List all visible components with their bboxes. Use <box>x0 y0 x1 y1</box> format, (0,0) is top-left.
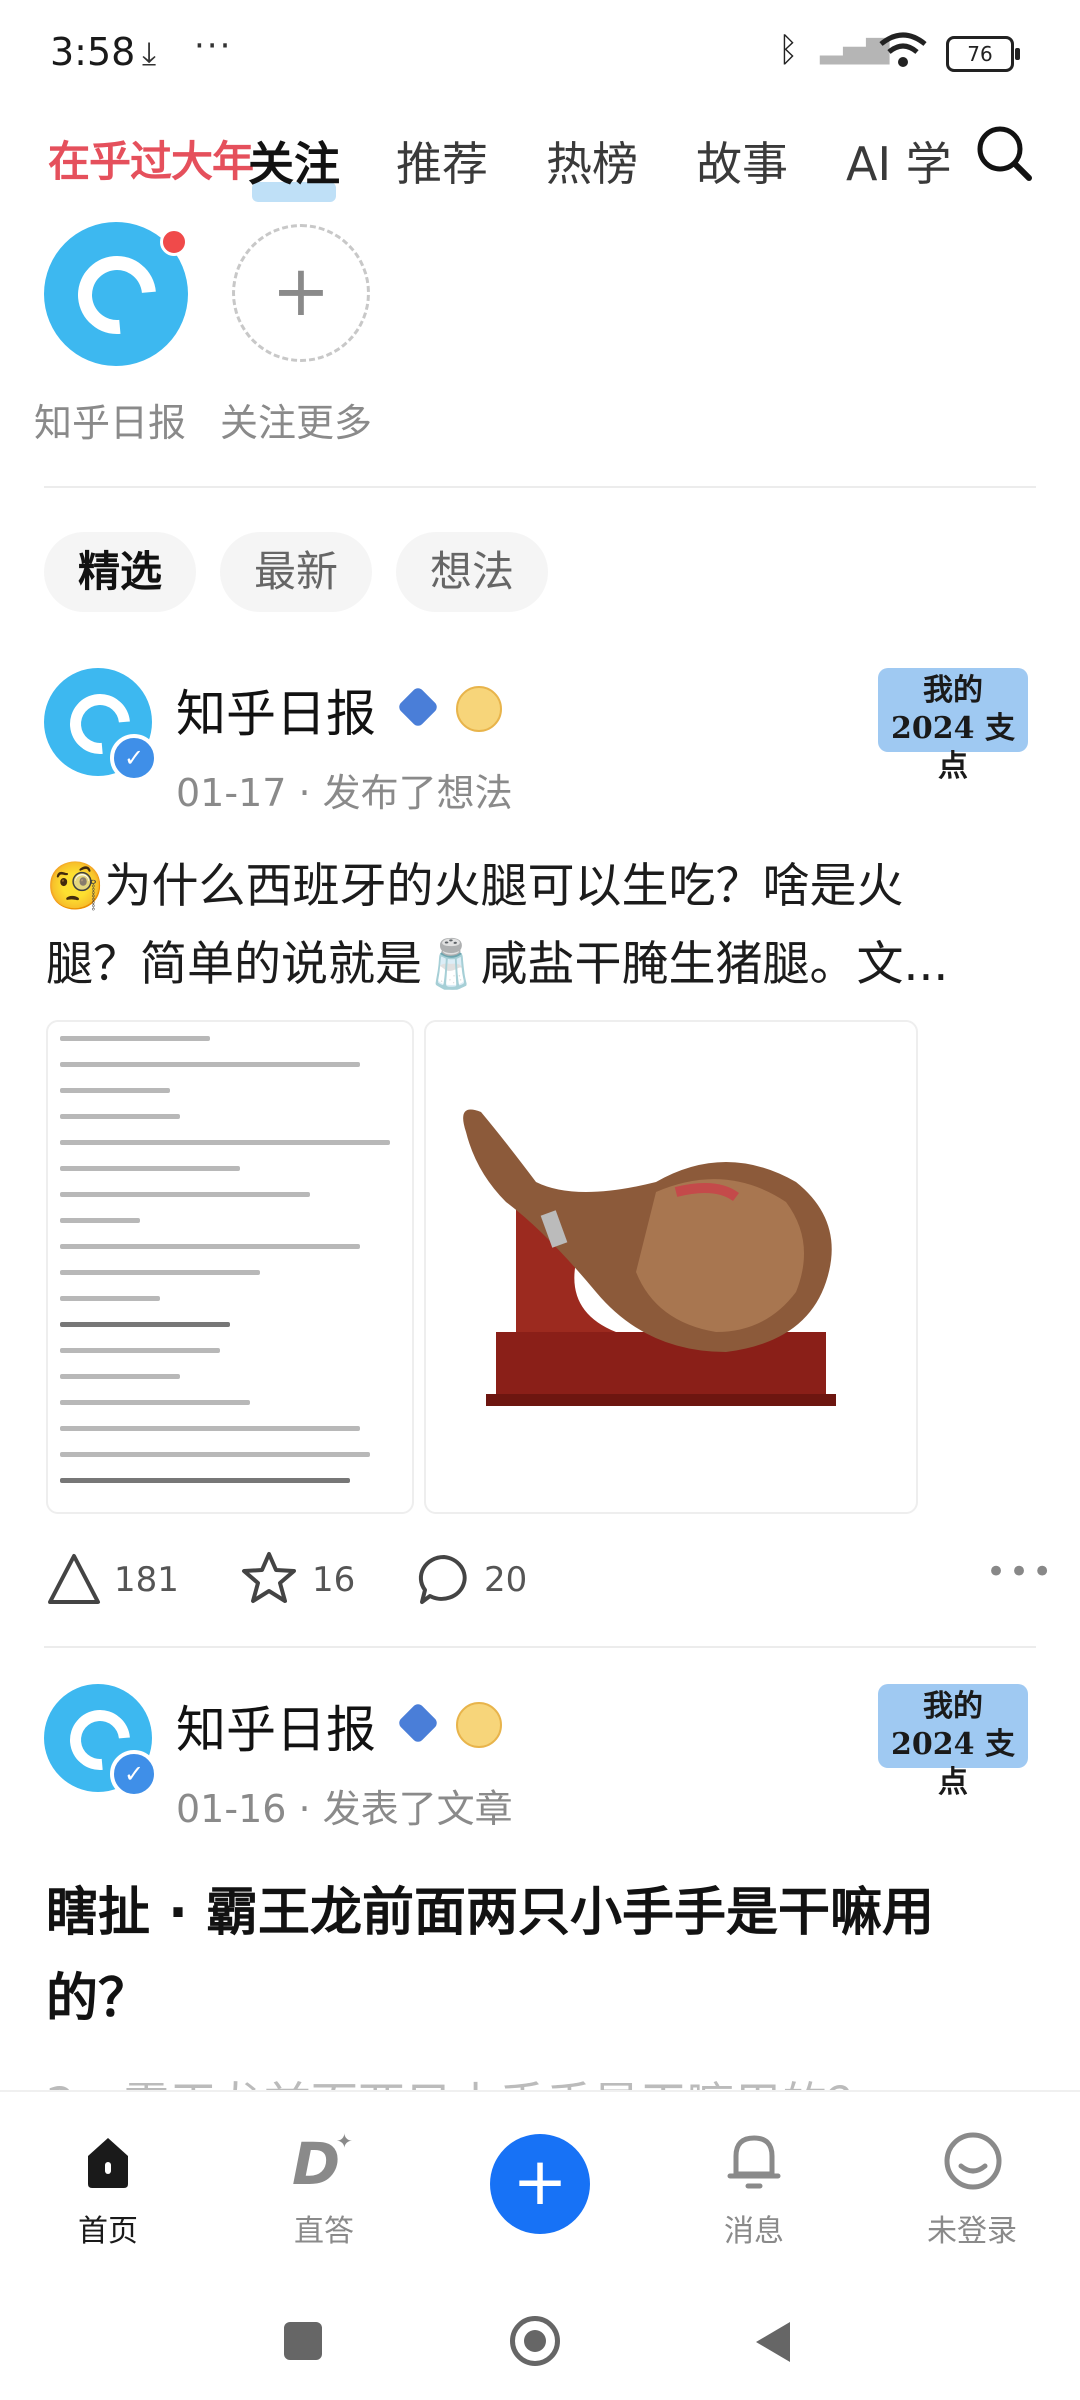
chip-thoughts[interactable]: 想法 <box>396 532 548 612</box>
tab-recommend[interactable]: 推荐 <box>396 128 488 194</box>
unread-dot <box>160 228 188 256</box>
comment-count: 20 <box>484 1560 528 1600</box>
top-tab-bar: 在乎过大年 关注 推荐 热榜 故事 AI 学 <box>0 120 1080 220</box>
bluetooth-icon: ᛒ <box>778 30 799 70</box>
post-meta: 01-16 · 发表了文章 <box>176 1787 513 1831</box>
mini-badge-icon <box>456 1702 502 1748</box>
follow-more-label[interactable]: 关注更多 <box>220 392 372 447</box>
tab-hot[interactable]: 热榜 <box>546 128 638 194</box>
verified-icon: ✓ <box>110 734 158 782</box>
nav-messages-label[interactable]: 消息 <box>694 2206 814 2250</box>
author-name[interactable]: 知乎日报 <box>176 1690 376 1762</box>
divider <box>44 486 1036 488</box>
tab-stories[interactable]: 故事 <box>696 128 788 194</box>
chip-featured[interactable]: 精选 <box>44 532 196 612</box>
upvote-icon[interactable] <box>46 1552 102 1606</box>
article-title[interactable]: 瞎扯 · 霸王龙前面两只小手手是干嘛用的？ <box>46 1870 1036 2042</box>
follow-more-button[interactable]: + <box>232 224 370 362</box>
status-bar: 3:58 ⤓ ··· ᛒ ▂▄▆ 76 <box>0 0 1080 108</box>
document-screenshot-image[interactable] <box>46 1020 414 1514</box>
year-summary-badge[interactable]: 我的 2024 支点 <box>878 668 1028 784</box>
wifi-icon <box>879 32 927 67</box>
post-excerpt[interactable]: 🧐为什么西班牙的火腿可以生吃？啥是火 腿？简单的说就是🧂咸盐干腌生猪腿。文... <box>46 848 1036 1004</box>
nav-direct-answer-label[interactable]: 直答 <box>264 2206 384 2250</box>
nav-home-label[interactable]: 首页 <box>48 2206 168 2250</box>
recent-apps-icon[interactable] <box>284 2322 322 2360</box>
badge-line-1: 我的 <box>923 1689 983 1724</box>
tab-following[interactable]: 关注 <box>248 128 340 194</box>
favorite-count: 16 <box>312 1560 356 1600</box>
mini-badge-icon <box>456 686 502 732</box>
followed-account-label[interactable]: 知乎日报 <box>34 392 186 447</box>
upvote-count: 181 <box>114 1560 179 1600</box>
chip-latest[interactable]: 最新 <box>220 532 372 612</box>
tab-ai-learn[interactable]: AI 学 <box>846 128 952 194</box>
profile-icon[interactable] <box>942 2130 1004 2192</box>
diamond-badge-icon <box>396 685 440 729</box>
status-time: 3:58 <box>50 30 136 74</box>
author-name[interactable]: 知乎日报 <box>176 674 376 746</box>
home-button-icon[interactable] <box>510 2316 560 2366</box>
post-meta: 01-17 · 发布了想法 <box>176 771 513 815</box>
badge-line-2: 2024 支点 <box>891 1727 1015 1800</box>
search-icon[interactable] <box>975 124 1033 182</box>
bottom-nav-bar: 首页 D ✦ 直答 + 消息 未登录 <box>0 2090 1080 2292</box>
back-icon[interactable] <box>750 2318 794 2366</box>
excerpt-line-1: 🧐为什么西班牙的火腿可以生吃？啥是火 <box>46 859 904 914</box>
create-post-button[interactable]: + <box>490 2134 590 2234</box>
comment-icon[interactable] <box>416 1552 472 1608</box>
badge-line-2: 2024 支点 <box>891 711 1015 784</box>
download-icon: ⤓ <box>142 34 157 72</box>
battery-icon: 76 <box>946 36 1020 72</box>
excerpt-line-2: 腿？简单的说就是🧂咸盐干腌生猪腿。文... <box>46 937 949 992</box>
more-notifications-icon: ··· <box>194 26 233 66</box>
bell-icon[interactable] <box>724 2130 784 2194</box>
svg-text:D: D <box>292 2130 340 2194</box>
favorite-icon[interactable] <box>240 1550 298 1606</box>
ham-illustration <box>463 1109 836 1406</box>
svg-text:✦: ✦ <box>336 2130 353 2153</box>
diamond-badge-icon <box>396 1701 440 1745</box>
ham-on-stand-image[interactable] <box>424 1020 918 1514</box>
year-summary-badge[interactable]: 我的 2024 支点 <box>878 1684 1028 1800</box>
badge-line-1: 我的 <box>923 673 983 708</box>
system-nav-bar <box>0 2290 1080 2400</box>
direct-answer-icon[interactable]: D ✦ <box>290 2130 360 2194</box>
more-options-icon[interactable]: ••• <box>986 1552 1055 1592</box>
verified-icon: ✓ <box>110 1750 158 1798</box>
nav-profile-label[interactable]: 未登录 <box>912 2206 1032 2250</box>
brand-logo[interactable]: 在乎过大年 <box>48 128 254 189</box>
home-icon[interactable] <box>78 2132 138 2192</box>
divider <box>44 1646 1036 1648</box>
